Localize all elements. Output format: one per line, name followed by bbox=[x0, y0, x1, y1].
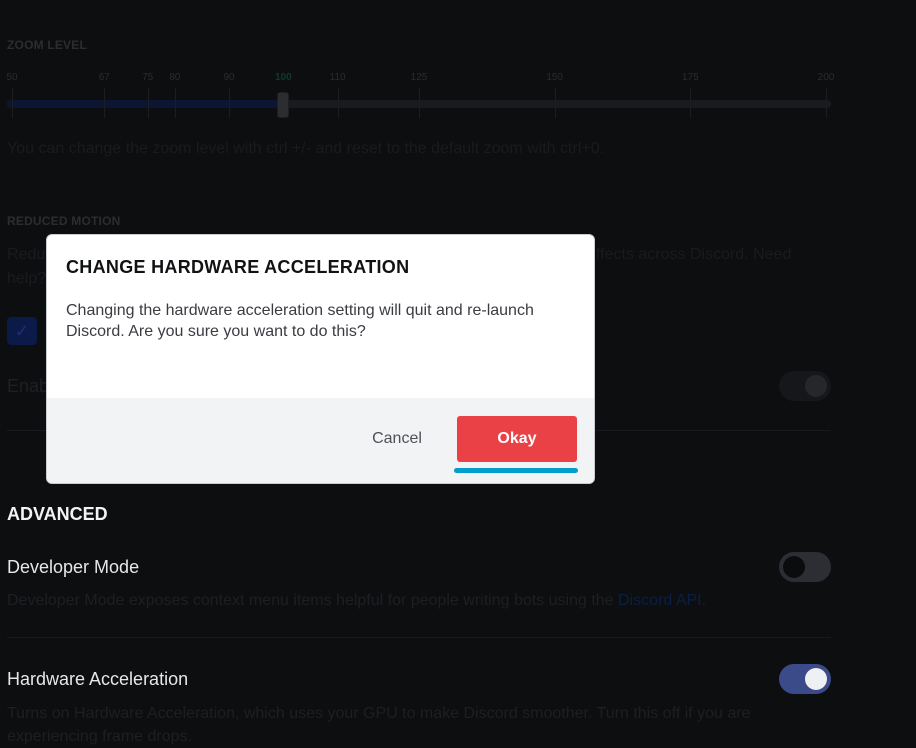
zoom-tick-mark bbox=[147, 88, 149, 118]
discord-api-link[interactable]: Discord API bbox=[618, 592, 702, 609]
toggle-knob bbox=[805, 668, 827, 690]
zoom-tick-label[interactable]: 150 bbox=[546, 72, 563, 83]
zoom-tick-mark bbox=[554, 88, 556, 118]
divider bbox=[7, 637, 831, 638]
focus-ring bbox=[454, 468, 578, 473]
developer-mode-title: Developer Mode bbox=[7, 557, 140, 577]
zoom-tick-label[interactable]: 110 bbox=[330, 72, 346, 83]
zoom-tick-mark bbox=[419, 88, 420, 118]
developer-mode-toggle[interactable] bbox=[779, 552, 831, 582]
zoom-tick-mark bbox=[229, 88, 231, 118]
okay-button[interactable]: Okay bbox=[457, 416, 577, 462]
zoom-tick-mark bbox=[826, 88, 827, 118]
hardware-acceleration-desc-line1: Turns on Hardware Acceleration, which us… bbox=[7, 705, 751, 722]
reduced-motion-desc-left: Redu bbox=[7, 246, 46, 263]
modal-title: CHANGE HARDWARE ACCELERATION bbox=[66, 257, 410, 277]
enable-setting-toggle[interactable] bbox=[779, 371, 831, 401]
zoom-tick-label[interactable]: 200 bbox=[818, 72, 835, 83]
zoom-tick-mark bbox=[174, 88, 176, 118]
zoom-tick-label[interactable]: 50 bbox=[6, 72, 17, 83]
zoom-tick-mark bbox=[690, 88, 692, 118]
toggle-knob bbox=[783, 556, 805, 578]
checkmark-icon: ✓ bbox=[14, 320, 30, 341]
zoom-help-text: You can change the zoom level with ctrl … bbox=[7, 140, 605, 157]
cancel-button[interactable]: Cancel bbox=[365, 416, 429, 462]
confirm-modal: CHANGE HARDWARE ACCELERATION Changing th… bbox=[46, 234, 595, 484]
zoom-tick-label[interactable]: 67 bbox=[99, 72, 110, 83]
zoom-tick-mark bbox=[337, 88, 339, 118]
zoom-tick-mark bbox=[104, 88, 106, 118]
hardware-acceleration-desc-line2: experiencing frame drops. bbox=[7, 728, 192, 745]
toggle-knob bbox=[805, 375, 827, 397]
zoom-slider-fill bbox=[7, 100, 284, 108]
advanced-heading: ADVANCED bbox=[7, 504, 108, 524]
zoom-tick-mark bbox=[12, 88, 13, 118]
zoom-level-label: ZOOM LEVEL bbox=[7, 38, 87, 52]
developer-mode-desc-end: . bbox=[701, 592, 707, 609]
zoom-tick-label[interactable]: 90 bbox=[224, 72, 235, 83]
zoom-tick-label[interactable]: 75 bbox=[142, 72, 153, 83]
modal-footer: Cancel Okay bbox=[47, 398, 594, 483]
modal-body: Changing the hardware acceleration setti… bbox=[66, 302, 534, 340]
hardware-acceleration-toggle[interactable] bbox=[779, 664, 831, 694]
reduced-motion-checkbox[interactable]: ✓ bbox=[7, 317, 37, 345]
reduced-motion-help-link[interactable]: help? bbox=[7, 270, 46, 288]
zoom-slider-handle[interactable] bbox=[277, 92, 290, 118]
zoom-tick-label[interactable]: 100 bbox=[275, 72, 292, 83]
enable-setting-label: Enab bbox=[7, 376, 50, 396]
reduced-motion-desc-right: ffects across Discord. Need bbox=[596, 246, 792, 263]
zoom-tick-label[interactable]: 80 bbox=[169, 72, 180, 83]
hardware-acceleration-title: Hardware Acceleration bbox=[7, 669, 189, 689]
developer-mode-desc: Developer Mode exposes context menu item… bbox=[7, 590, 706, 612]
zoom-tick-label[interactable]: 175 bbox=[682, 72, 699, 83]
reduced-motion-label: REDUCED MOTION bbox=[7, 214, 121, 228]
developer-mode-desc-text: Developer Mode exposes context menu item… bbox=[7, 592, 619, 609]
zoom-tick-label[interactable]: 125 bbox=[411, 72, 428, 83]
